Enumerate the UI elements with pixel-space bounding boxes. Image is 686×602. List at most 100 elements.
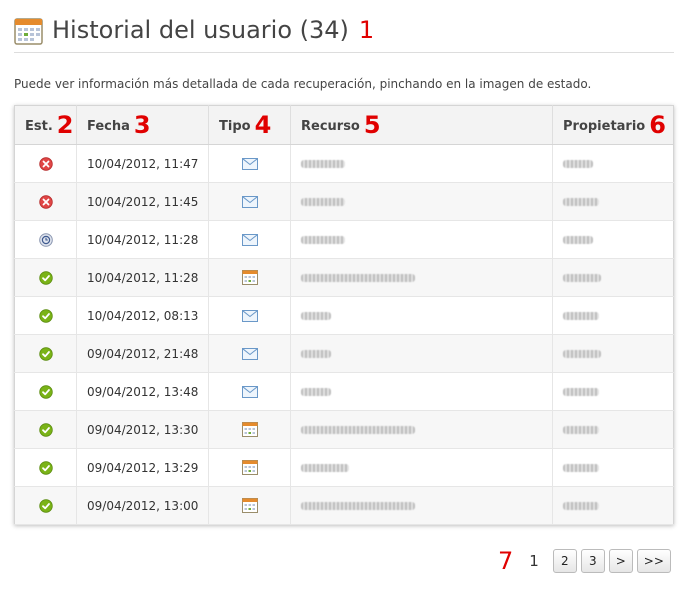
calendar-icon <box>14 18 43 45</box>
type-cell <box>208 182 291 221</box>
redacted-text <box>301 426 415 434</box>
owner-cell <box>552 220 674 259</box>
date-cell: 09/04/2012, 21:48 <box>76 334 209 373</box>
column-header-resource[interactable]: Recurso 5 <box>290 105 553 145</box>
status-cell <box>14 258 77 297</box>
status-cell <box>14 410 77 449</box>
status-cell <box>14 334 77 373</box>
status-ok-icon[interactable] <box>15 270 76 285</box>
owner-cell <box>552 448 674 487</box>
type-cell <box>208 258 291 297</box>
status-error-icon[interactable] <box>15 194 76 209</box>
envelope-icon <box>209 309 290 322</box>
type-cell <box>208 448 291 487</box>
page-title: Historial del usuario (34) 1 <box>52 16 374 44</box>
date-cell: 10/04/2012, 11:45 <box>76 182 209 221</box>
page-title-text: Historial del usuario (34) <box>52 16 349 44</box>
redacted-text <box>563 236 593 244</box>
column-header-date[interactable]: Fecha 3 <box>76 105 209 145</box>
page-3-button[interactable]: 3 <box>580 549 605 573</box>
resource-cell <box>290 296 553 335</box>
resource-cell <box>290 410 553 449</box>
annotation-marker: 1 <box>358 16 375 44</box>
redacted-text <box>301 236 345 244</box>
page-2-button[interactable]: 2 <box>552 549 577 573</box>
type-cell <box>208 296 291 335</box>
envelope-icon <box>209 385 290 398</box>
status-cell <box>14 486 77 525</box>
envelope-icon <box>209 195 290 208</box>
column-header-type[interactable]: Tipo 4 <box>208 105 291 145</box>
status-ok-icon[interactable] <box>15 460 76 475</box>
status-ok-icon[interactable] <box>15 308 76 323</box>
annotation-marker: 4 <box>254 111 272 139</box>
status-cell <box>14 182 77 221</box>
status-cell <box>14 372 77 411</box>
date-cell: 09/04/2012, 13:29 <box>76 448 209 487</box>
status-ok-icon[interactable] <box>15 498 76 513</box>
type-cell <box>208 372 291 411</box>
status-error-icon[interactable] <box>15 156 76 171</box>
envelope-icon <box>209 233 290 246</box>
page-description: Puede ver información más detallada de c… <box>14 77 592 91</box>
redacted-text <box>563 350 601 358</box>
owner-cell <box>552 334 674 373</box>
date-cell: 10/04/2012, 11:47 <box>76 144 209 183</box>
redacted-text <box>563 464 599 472</box>
redacted-text <box>301 464 349 472</box>
table-row: 10/04/2012, 11:28 <box>14 258 674 297</box>
owner-cell <box>552 296 674 335</box>
status-cell <box>14 220 77 259</box>
redacted-text <box>301 388 331 396</box>
type-cell <box>208 410 291 449</box>
resource-cell <box>290 220 553 259</box>
table-row: 09/04/2012, 13:29 <box>14 448 674 487</box>
owner-cell <box>552 486 674 525</box>
status-ok-icon[interactable] <box>15 384 76 399</box>
calendar-icon <box>209 270 290 285</box>
resource-cell <box>290 144 553 183</box>
type-cell <box>208 486 291 525</box>
column-header-owner[interactable]: Propietario 6 <box>552 105 674 145</box>
history-table: Est. 2 Fecha 3 Tipo 4 Recurso 5 Propietario 6… <box>14 105 674 525</box>
redacted-text <box>301 312 331 320</box>
envelope-icon <box>209 347 290 360</box>
status-ok-icon[interactable] <box>15 422 76 437</box>
type-cell <box>208 144 291 183</box>
redacted-text <box>563 388 599 396</box>
type-cell <box>208 334 291 373</box>
redacted-text <box>563 198 599 206</box>
redacted-text <box>301 350 331 358</box>
column-header-status[interactable]: Est. 2 <box>14 105 77 145</box>
owner-cell <box>552 144 674 183</box>
next-page-button[interactable]: > <box>608 549 633 573</box>
owner-cell <box>552 182 674 221</box>
status-cell <box>14 144 77 183</box>
resource-cell <box>290 372 553 411</box>
calendar-icon <box>209 498 290 513</box>
redacted-text <box>563 312 599 320</box>
redacted-text <box>563 160 593 168</box>
envelope-icon <box>209 157 290 170</box>
last-page-button[interactable]: >> <box>636 549 671 573</box>
status-cell <box>14 296 77 335</box>
date-cell: 10/04/2012, 11:28 <box>76 258 209 297</box>
annotation-marker: 5 <box>363 111 381 139</box>
page-header: Historial del usuario (34) 1 <box>14 12 674 53</box>
redacted-text <box>301 198 345 206</box>
date-cell: 09/04/2012, 13:48 <box>76 372 209 411</box>
redacted-text <box>301 274 415 282</box>
resource-cell <box>290 258 553 297</box>
table-row: 10/04/2012, 11:47 <box>14 144 674 183</box>
table-row: 09/04/2012, 21:48 <box>14 334 674 373</box>
status-ok-icon[interactable] <box>15 346 76 361</box>
date-cell: 09/04/2012, 13:30 <box>76 410 209 449</box>
table-row: 09/04/2012, 13:48 <box>14 372 674 411</box>
table-row: 09/04/2012, 13:30 <box>14 410 674 449</box>
resource-cell <box>290 182 553 221</box>
type-cell <box>208 220 291 259</box>
status-pending-icon[interactable] <box>15 232 76 247</box>
annotation-marker: 3 <box>133 111 151 139</box>
resource-cell <box>290 334 553 373</box>
pagination: 7 1 2 3 > >> <box>498 547 671 575</box>
